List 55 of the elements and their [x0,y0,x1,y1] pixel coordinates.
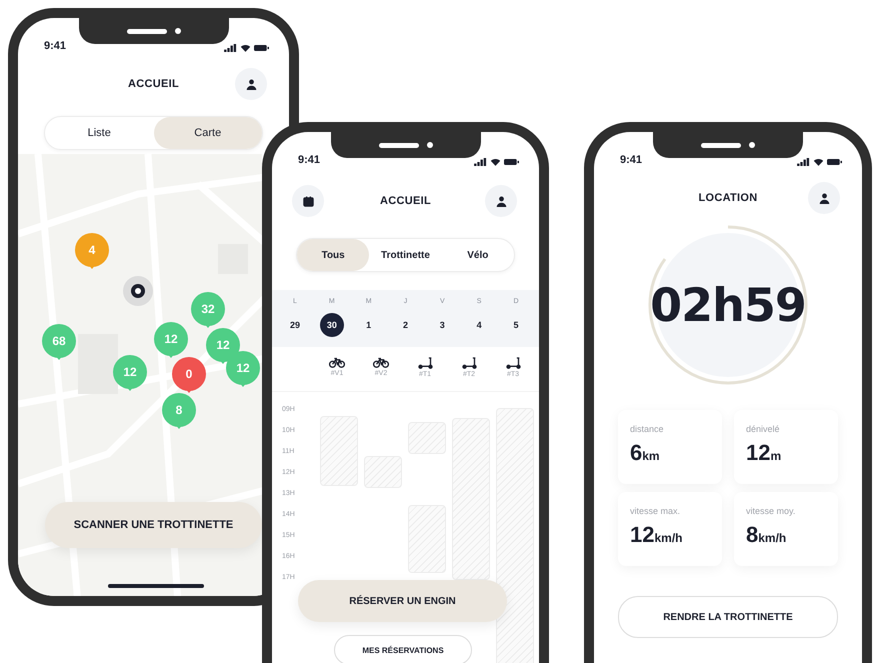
wifi-icon [813,158,824,166]
user-icon [246,78,256,90]
date-button[interactable]: 3 [430,313,454,337]
stat-label: distance [630,424,665,434]
date-button[interactable]: 30 [320,313,344,337]
date-button[interactable]: 5 [504,313,528,337]
stat-value: 6km [630,440,661,466]
date-button[interactable]: 4 [467,313,492,337]
scooter-icon [506,357,520,369]
return-button[interactable]: RENDRE LA TROTTINETTE [618,596,838,638]
bike-icon [373,357,389,368]
filter-tab[interactable]: Vélo [442,239,514,271]
wifi-icon [490,158,501,166]
profile-button[interactable] [485,185,517,217]
location-marker-icon [123,276,153,306]
date-button[interactable]: 2 [393,313,418,337]
stat-value: 8km/h [746,522,788,548]
battery-icon [254,44,269,52]
screen-title: LOCATION [697,192,759,204]
map-view[interactable]: 4 32 68 12 12 12 0 12 8 SCANNER UNE TROTTINETTE [18,154,262,596]
stat-value: 12m [746,440,782,466]
status-time: 9:41 [620,154,642,166]
stat-label: dénivelé [746,424,781,434]
battery-icon [504,158,519,166]
status-time: 9:41 [44,40,66,52]
view-tab[interactable]: Liste [45,117,154,149]
date-button[interactable]: 29 [283,313,307,337]
calendar-button[interactable] [292,185,324,217]
scan-button[interactable]: SCANNER UNE TROTTINETTE [45,502,262,548]
screen-title: ACCUEIL [379,195,432,207]
battery-icon [827,158,842,166]
wifi-icon [240,44,251,52]
bike-icon [329,357,345,368]
screen-title: ACCUEIL [127,78,180,90]
profile-button[interactable] [235,68,267,100]
signal-icon [797,158,810,166]
filter-tab[interactable]: Tous [297,239,370,271]
stat-label: vitesse max. [630,506,682,516]
filter-tab[interactable]: Trottinette [369,239,442,271]
signal-icon [224,44,237,52]
stat-value: 12km/h [630,522,684,548]
date-button[interactable]: 1 [356,313,381,337]
signal-icon [474,158,487,166]
scooter-icon [418,357,432,369]
profile-button[interactable] [808,182,840,214]
view-tab[interactable]: Carte [154,117,262,149]
user-icon [496,196,506,206]
stat-label: vitesse moy. [746,506,796,516]
status-time: 9:41 [298,154,320,166]
scooter-icon [462,357,476,369]
reservations-button[interactable]: MES RÉSERVATIONS [334,635,472,663]
timer-text: 02h59 [650,278,806,332]
calendar-icon [302,196,314,206]
user-icon [818,192,830,204]
reserve-button[interactable]: RÉSERVER UN ENGIN [298,580,507,622]
